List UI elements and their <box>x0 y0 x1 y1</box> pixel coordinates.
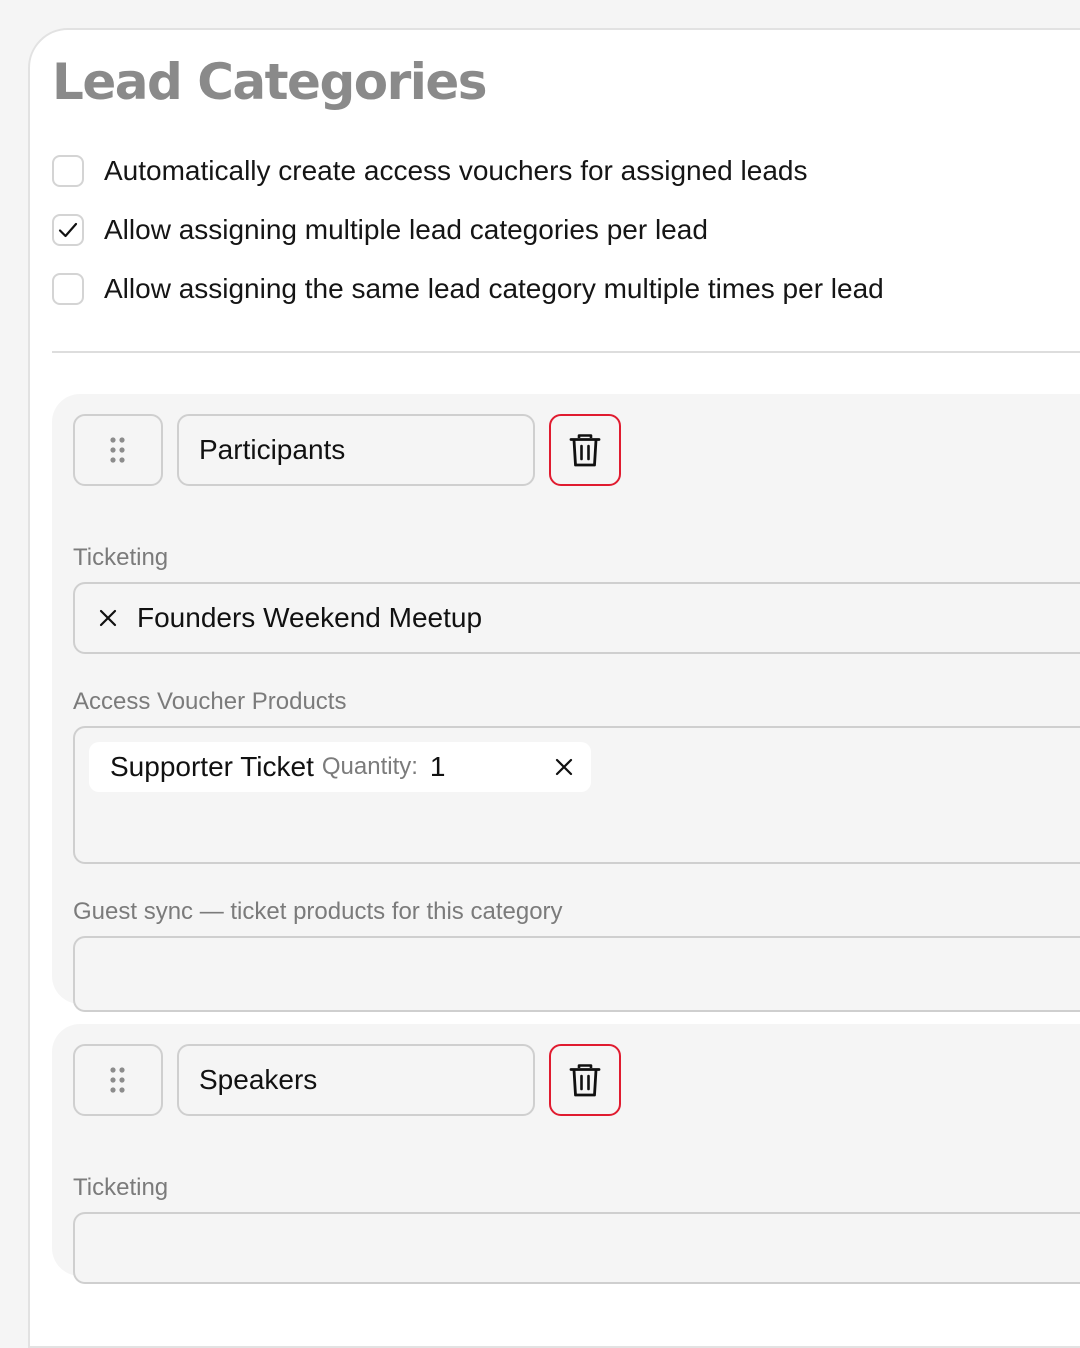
checkbox-same-category-multiple[interactable] <box>52 273 84 305</box>
option-label: Allow assigning the same lead category m… <box>104 273 884 304</box>
ticketing-tag-label: Founders Weekend Meetup <box>137 602 483 633</box>
trash-icon <box>569 434 601 467</box>
category-name-input[interactable] <box>177 414 535 486</box>
drag-handle-icon <box>110 437 125 463</box>
option-same-category-multiple[interactable]: Allow assigning the same lead category m… <box>52 272 884 306</box>
quantity-value[interactable]: 1 <box>430 751 446 783</box>
checkbox-multiple-categories[interactable] <box>52 214 84 246</box>
trash-icon <box>569 1064 601 1097</box>
category-card-speakers: Ticketing <box>52 1024 1080 1284</box>
option-auto-create-vouchers[interactable]: Automatically create access vouchers for… <box>52 154 807 188</box>
category-name-input[interactable] <box>177 1044 535 1116</box>
guest-sync-select[interactable] <box>73 936 1080 1012</box>
access-voucher-products-field[interactable]: Supporter Ticket Quantity: 1 <box>73 726 1080 864</box>
ticketing-select[interactable] <box>73 1212 1080 1284</box>
close-icon[interactable] <box>553 756 575 778</box>
category-card-participants: Ticketing Founders Weekend Meetup Access… <box>52 394 1080 1012</box>
ticketing-label: Ticketing <box>73 544 169 571</box>
divider <box>52 351 1080 353</box>
ticketing-tag: Founders Weekend Meetup <box>97 584 482 652</box>
quantity-label: Quantity: <box>321 753 418 780</box>
guest-sync-label: Guest sync — ticket products for this ca… <box>73 898 563 925</box>
ticketing-label: Ticketing <box>73 1174 169 1201</box>
page-title: Lead Categories <box>52 53 488 111</box>
voucher-product-chip: Supporter Ticket Quantity: 1 <box>89 742 591 792</box>
option-label: Automatically create access vouchers for… <box>104 155 808 186</box>
option-label: Allow assigning multiple lead categories… <box>104 214 708 245</box>
delete-category-button[interactable] <box>549 1044 621 1116</box>
lead-categories-panel: Lead Categories Automatically create acc… <box>28 28 1080 1348</box>
checkmark-icon <box>58 222 78 238</box>
drag-handle-icon <box>110 1067 125 1093</box>
ticketing-select[interactable]: Founders Weekend Meetup <box>73 582 1080 654</box>
delete-category-button[interactable] <box>549 414 621 486</box>
close-icon[interactable] <box>97 607 119 629</box>
voucher-product-name: Supporter Ticket <box>110 751 314 782</box>
drag-handle[interactable] <box>73 414 163 486</box>
checkbox-auto-create-vouchers[interactable] <box>52 155 84 187</box>
drag-handle[interactable] <box>73 1044 163 1116</box>
access-voucher-products-label: Access Voucher Products <box>73 688 347 715</box>
option-multiple-categories[interactable]: Allow assigning multiple lead categories… <box>52 213 708 247</box>
